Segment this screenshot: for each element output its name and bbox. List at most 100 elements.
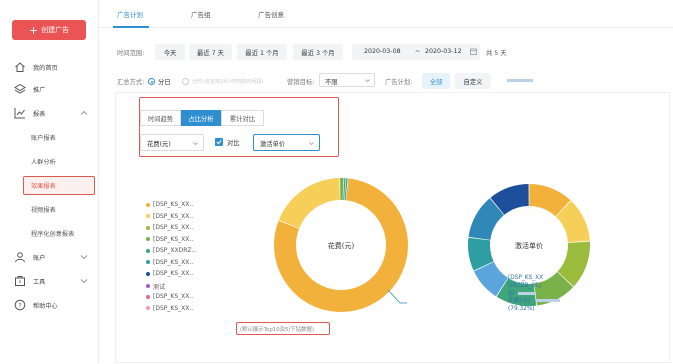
time-1month-button[interactable]: 最近 1 个月: [237, 44, 287, 60]
sidebar-item-programmatic-report[interactable]: 程序化创意报表: [0, 225, 99, 241]
sidebar-item-account[interactable]: 账户: [0, 249, 99, 265]
user-icon: [15, 252, 25, 263]
pie-slice[interactable]: [340, 178, 344, 201]
legend-swatch: [146, 248, 150, 253]
legend-label: [DSP_KS_XX..: [153, 235, 194, 243]
time-3months-button[interactable]: 最近 3 个月: [293, 44, 343, 60]
tooltip-spend-label: 花费(元):: [508, 298, 532, 305]
tooltip-spend: 花费(元):: [508, 298, 560, 306]
legend-label: [DSP_KS_XX..: [153, 258, 194, 266]
plan-custom-button[interactable]: 自定义: [455, 73, 491, 89]
tab-ad-creative[interactable]: 广告创意: [258, 9, 284, 19]
help-icon: ?: [14, 299, 26, 311]
agg-hour-note: (仅支持24小时内的时间段): [203, 79, 264, 85]
tab-bar: 广告计划 广告组 广告创意: [100, 0, 673, 28]
sidebar-item-account-report[interactable]: 账户报表: [0, 129, 99, 145]
legend-label: [DSP_KS_XX..: [153, 212, 194, 220]
calendar-icon: [470, 48, 477, 55]
sidebar-item-label: 人群分析: [31, 158, 56, 166]
tab-ad-plan[interactable]: 广告计划: [117, 9, 143, 19]
time-today-button[interactable]: 今天: [155, 44, 185, 60]
goal-select-value: 不限: [325, 79, 338, 86]
sidebar-item-home[interactable]: 我的首页: [0, 59, 99, 75]
sidebar-item-tools[interactable]: 工具: [0, 273, 99, 289]
legend-swatch: [146, 202, 150, 207]
sidebar-item-label: 报表: [33, 110, 46, 118]
legend-item[interactable]: [DSP_KS_XX..: [146, 259, 193, 266]
sidebar: + 创建广告 我的首页 推广 报表 账户报表 人群分析 效果报表 视频报表 程序…: [0, 0, 99, 363]
tooltip-id-label: ID: [508, 290, 515, 297]
sidebar-item-label: 账户报表: [31, 134, 56, 142]
goal-select[interactable]: 不限: [319, 73, 375, 87]
sidebar-item-label: 效果报表: [31, 183, 56, 190]
sidebar-item-label: 视频报表: [31, 206, 56, 214]
create-ad-label: 创建广告: [41, 26, 70, 34]
active-tab-indicator: [113, 26, 149, 28]
sidebar-item-label: 工具: [33, 278, 46, 286]
day-count: 共 5 天: [486, 50, 507, 57]
legend-item[interactable]: [DSP_XXDRZ..: [146, 247, 195, 254]
agg-day-label: 分日: [158, 79, 171, 86]
date-separator: ~: [415, 48, 421, 55]
plus-icon: +: [28, 23, 39, 37]
layers-icon: [14, 83, 26, 94]
legend-swatch: [146, 237, 150, 241]
plan-label: 广告计划:: [385, 79, 413, 86]
blurred-spend: [535, 299, 560, 303]
plan-all-button[interactable]: 全部: [422, 73, 450, 89]
create-ad-button[interactable]: + 创建广告: [12, 20, 86, 40]
tooltip-percent: (79.32%): [508, 306, 535, 313]
sidebar-item-audience[interactable]: 人群分析: [0, 153, 99, 169]
chart-tooltip: [DSP_KS_XX DRZZB_05] ID 花费(元): (79.32%): [508, 275, 560, 314]
time-7days-button[interactable]: 最近 7 天: [189, 44, 232, 60]
tab-ad-group[interactable]: 广告组: [191, 9, 211, 19]
legend-swatch: [146, 260, 150, 264]
legend-swatch: [146, 294, 150, 299]
legend-item[interactable]: [DSP_KS_XX..: [146, 224, 193, 231]
blurred-id: [518, 291, 537, 295]
agg-day-radio[interactable]: [148, 78, 155, 85]
legend-label: 测试: [153, 283, 166, 291]
agg-hour-label: 分时: [192, 79, 203, 85]
sidebar-item-label: 我的首页: [33, 64, 58, 72]
toolbox-icon: [15, 276, 25, 286]
date-start: 2020-03-08: [364, 48, 401, 55]
legend-item[interactable]: [DSP_KS_XX..: [146, 270, 193, 277]
legend-swatch: [146, 306, 150, 310]
main-content: 广告计划 广告组 广告创意 时间范围: 今天 最近 7 天 最近 1 个月 最近…: [100, 0, 673, 363]
chevron-down-icon: [365, 79, 370, 83]
chart-panel: 时间趋势 占比分析 累计对比 花费(元) 对比 激活单价 花费(元) 激活单价 […: [115, 92, 670, 363]
legend-item[interactable]: [DSP_KS_XX..: [146, 293, 193, 300]
sidebar-item-reports[interactable]: 报表: [0, 105, 99, 121]
legend-item[interactable]: [DSP_KS_XX..: [146, 305, 193, 312]
sidebar-item-label: 帮助中心: [33, 302, 58, 310]
tooltip-leader-line: [387, 289, 407, 304]
legend-item[interactable]: [DSP_KS_XX..: [146, 236, 193, 243]
sidebar-item-promotion[interactable]: 推广: [0, 81, 99, 97]
legend-item[interactable]: [DSP_KS_XX..: [146, 213, 193, 220]
svg-text:?: ?: [18, 301, 21, 309]
legend-label: [DSP_XXDRZ..: [153, 247, 196, 254]
pie-slice[interactable]: [278, 178, 340, 229]
chart-icon: [14, 108, 25, 119]
legend-label: [DSP_KS_XX..: [153, 293, 194, 300]
legend-item[interactable]: 测试: [146, 282, 165, 291]
time-range-label: 时间范围:: [117, 50, 145, 57]
sidebar-item-help[interactable]: ? 帮助中心: [0, 297, 99, 313]
legend-item[interactable]: [DSP_KS_XX..: [146, 201, 193, 208]
legend-label: [DSP_KS_XX..: [153, 270, 194, 277]
date-range-picker[interactable]: 2020-03-08 ~ 2020-03-12: [352, 44, 480, 60]
aggregation-label: 汇总方式:: [117, 79, 145, 86]
chevron-down-icon: [80, 255, 88, 260]
chevron-down-icon: [80, 279, 88, 284]
sidebar-item-video-report[interactable]: 视频报表: [0, 201, 99, 217]
tooltip-line2: DRZZB_05]: [508, 282, 541, 289]
chevron-up-icon: [80, 110, 88, 115]
sidebar-item-effect-report[interactable]: 效果报表: [23, 176, 95, 195]
legend-label: [DSP_KS_XX..: [153, 304, 194, 312]
sidebar-item-label: 程序化创意报表: [31, 230, 75, 238]
legend-swatch: [146, 225, 150, 230]
agg-hour-radio[interactable]: [182, 78, 189, 85]
home-icon: [15, 62, 25, 72]
blurred-selection: [507, 79, 533, 82]
